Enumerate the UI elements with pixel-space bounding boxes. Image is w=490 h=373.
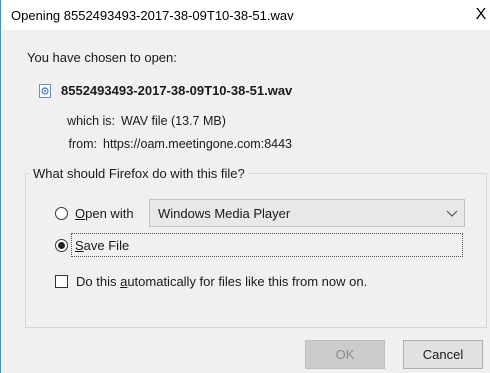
file-source-row: from: https://oam.meetingone.com:8443 bbox=[9, 137, 293, 151]
title-bar[interactable]: Opening 8552493493-2017-38-09T10-38-51.w… bbox=[1, 0, 490, 30]
file-type-value: WAV file (13.7 MB) bbox=[121, 114, 226, 128]
file-source-label: from: bbox=[68, 137, 97, 151]
file-name: 8552493493-2017-38-09T10-38-51.wav bbox=[61, 83, 293, 98]
save-file-radio[interactable] bbox=[55, 239, 68, 252]
action-group-legend: What should Firefox do with this file? bbox=[29, 166, 249, 181]
window-title: Opening 8552493493-2017-38-09T10-38-51.w… bbox=[11, 8, 294, 23]
save-file-focus-outline bbox=[71, 233, 463, 257]
save-file-label[interactable]: Save File bbox=[75, 238, 129, 253]
chevron-down-icon bbox=[446, 210, 458, 217]
ok-button[interactable]: OK bbox=[305, 340, 385, 369]
file-source-value: https://oam.meetingone.com:8443 bbox=[103, 137, 293, 151]
auto-action-label[interactable]: Do this automatically for files like thi… bbox=[76, 274, 367, 289]
open-with-radio[interactable] bbox=[55, 207, 68, 220]
cancel-button[interactable]: Cancel bbox=[403, 340, 483, 369]
download-dialog: Opening 8552493493-2017-38-09T10-38-51.w… bbox=[0, 0, 490, 373]
application-select[interactable]: Windows Media Player bbox=[149, 199, 465, 227]
close-icon[interactable]: X bbox=[471, 4, 490, 26]
audio-file-icon bbox=[39, 84, 51, 98]
file-type-label: which is: bbox=[67, 114, 115, 128]
application-select-value: Windows Media Player bbox=[158, 206, 291, 221]
open-with-label[interactable]: Open with bbox=[75, 206, 134, 221]
chosen-prompt: You have chosen to open: bbox=[27, 50, 177, 65]
file-type-row: which is: WAV file (13.7 MB) bbox=[9, 114, 226, 128]
auto-action-checkbox[interactable] bbox=[55, 275, 68, 288]
